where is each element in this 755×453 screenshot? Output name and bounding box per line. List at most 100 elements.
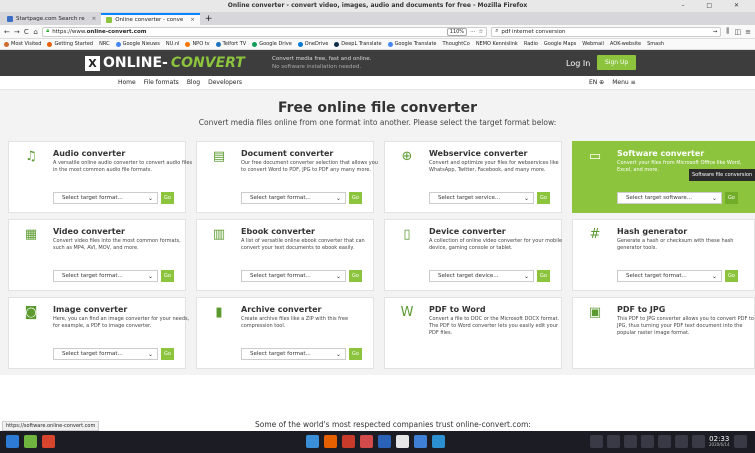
store-icon[interactable] — [432, 435, 445, 448]
window-controls[interactable]: – □ ✕ — [681, 0, 749, 12]
go-button[interactable]: Go — [537, 192, 550, 204]
tab-close-icon[interactable]: × — [92, 16, 97, 22]
target-format-select[interactable]: Select target format... ⌄ — [241, 348, 346, 360]
bookmark-item[interactable]: Google Drive — [252, 41, 292, 47]
music-icon[interactable] — [378, 435, 391, 448]
launcher-icon[interactable] — [6, 435, 19, 448]
bookmark-item[interactable]: Google Translate — [387, 41, 437, 47]
clock[interactable]: 02:33 2020/6/14 — [709, 435, 730, 448]
target-format-select[interactable]: Select target format... ⌄ — [617, 270, 722, 282]
tray-media-icon[interactable] — [658, 435, 671, 448]
word-file-icon: W — [400, 305, 414, 320]
go-button[interactable]: Go — [161, 192, 174, 204]
go-button[interactable]: Go — [349, 270, 362, 282]
site-logo[interactable]: X ONLINE- CONVERT — [85, 54, 245, 72]
window-titlebar: Online converter - convert video, images… — [0, 0, 755, 12]
chevron-down-icon: ⌄ — [523, 273, 529, 280]
chevron-down-icon: ⌄ — [335, 195, 341, 202]
chevron-down-icon: ⌄ — [335, 273, 341, 280]
sidebar-icon[interactable]: ◫ — [735, 28, 742, 36]
go-button[interactable]: Go — [161, 270, 174, 282]
nav-home[interactable]: Home — [118, 79, 136, 86]
target-software-select[interactable]: Select target software... ⌄ — [617, 192, 722, 204]
go-button[interactable]: Go — [725, 270, 738, 282]
bookmark-item[interactable]: DeepL Translate — [334, 41, 382, 47]
back-icon[interactable]: ← — [4, 28, 10, 36]
bookmark-item[interactable]: Smash — [647, 41, 664, 47]
bookmark-star-icon[interactable]: ☆ — [478, 29, 483, 35]
tray-display-icon[interactable] — [692, 435, 705, 448]
firefox-icon[interactable] — [324, 435, 337, 448]
forward-icon[interactable]: → — [14, 28, 20, 36]
music-note-icon: ♫ — [25, 149, 37, 164]
bookmark-item[interactable]: AOK-website — [610, 41, 641, 47]
target-format-select[interactable]: Select target format... ⌄ — [241, 270, 346, 282]
tray-edit-icon[interactable] — [624, 435, 637, 448]
menu-button[interactable]: Menu ≡ — [612, 79, 635, 86]
new-tab-button[interactable]: + — [200, 13, 218, 25]
target-format-select[interactable]: Select target format... ⌄ — [53, 270, 158, 282]
target-service-select[interactable]: Select target service... ⌄ — [429, 192, 534, 204]
nav-developers[interactable]: Developers — [208, 79, 242, 86]
go-button[interactable]: Go — [537, 270, 550, 282]
tray-power-icon[interactable] — [733, 435, 747, 448]
nav-file-formats[interactable]: File formats — [144, 79, 179, 86]
file-manager-icon[interactable] — [306, 435, 319, 448]
text-editor-icon[interactable] — [396, 435, 409, 448]
search-bar[interactable]: ⌕ pdf internet conversion → — [491, 26, 722, 37]
tab-startpage[interactable]: Startpage.com Search re × — [2, 13, 101, 25]
page-subtitle: Convert media files online from one form… — [198, 118, 557, 127]
online-convert-favicon-icon — [106, 17, 113, 23]
bookmark-item[interactable]: NPO tv — [185, 41, 210, 47]
target-device-select[interactable]: Select target device... ⌄ — [429, 270, 534, 282]
page-title: Free online file converter — [277, 100, 477, 116]
go-button[interactable]: Go — [349, 348, 362, 360]
bookmark-item[interactable]: NU.nl — [166, 41, 180, 47]
bookmark-item[interactable]: OneDrive — [297, 41, 328, 47]
tab-close-icon[interactable]: × — [190, 17, 195, 23]
bookmark-item[interactable]: ThoughtCo — [443, 41, 470, 47]
go-button[interactable]: Go — [161, 348, 174, 360]
bookmark-item[interactable]: Google Nieuws — [115, 41, 160, 47]
bookmark-item[interactable]: NRC — [99, 41, 109, 47]
tray-network-icon[interactable] — [641, 435, 654, 448]
target-format-select[interactable]: Select target format... ⌄ — [241, 192, 346, 204]
go-button[interactable]: Go — [725, 192, 738, 204]
library-icon[interactable]: ⫼ — [725, 27, 730, 36]
tray-notifications-icon[interactable] — [675, 435, 688, 448]
nav-blog[interactable]: Blog — [187, 79, 200, 86]
sub-navigation: Home File formats Blog Developers EN ⊕ M… — [0, 76, 755, 90]
calendar-icon[interactable] — [342, 435, 355, 448]
tab-online-convert[interactable]: Online converter - conve × — [101, 13, 200, 25]
image-viewer-icon[interactable] — [360, 435, 373, 448]
archive-icon: ▮ — [215, 305, 223, 320]
bookmark-item[interactable]: Webmail — [582, 41, 604, 47]
files-icon[interactable] — [24, 435, 37, 448]
search-input[interactable]: pdf internet conversion — [501, 29, 565, 35]
bookmark-item[interactable]: NEMO Kennislink — [476, 41, 518, 47]
language-selector[interactable]: EN ⊕ — [589, 79, 604, 86]
site-header: X ONLINE- CONVERT Convert media free, fas… — [0, 50, 755, 76]
search-go-icon[interactable]: → — [713, 29, 718, 35]
bookmark-item[interactable]: Google Maps — [544, 41, 576, 47]
signup-button[interactable]: Sign Up — [597, 55, 637, 70]
home-icon[interactable]: ⌂ — [33, 28, 38, 36]
bookmark-item[interactable]: Getting Started — [47, 41, 93, 47]
login-button[interactable]: Log In — [560, 57, 596, 70]
reload-icon[interactable]: C — [24, 28, 29, 36]
go-button[interactable]: Go — [349, 192, 362, 204]
tray-keyboard-icon[interactable] — [590, 435, 603, 448]
target-format-select[interactable]: Select target format... ⌄ — [53, 192, 158, 204]
page-actions-icon[interactable]: ··· — [470, 29, 475, 35]
bookmark-item[interactable]: Telfort TV — [215, 41, 246, 47]
window-title: Online converter - convert video, images… — [227, 2, 528, 9]
settings-icon[interactable] — [414, 435, 427, 448]
target-format-select[interactable]: Select target format... ⌄ — [53, 348, 158, 360]
bookmark-item[interactable]: Radio — [524, 41, 538, 47]
url-bar[interactable]: 🔒︎ https://www.online-convert.com 110% ·… — [42, 26, 488, 37]
zoom-level[interactable]: 110% — [446, 27, 468, 36]
apps-icon[interactable] — [42, 435, 55, 448]
bookmark-item[interactable]: Most Visited — [4, 41, 41, 47]
menu-icon[interactable]: ≡ — [745, 28, 751, 36]
tray-volume-icon[interactable] — [607, 435, 620, 448]
